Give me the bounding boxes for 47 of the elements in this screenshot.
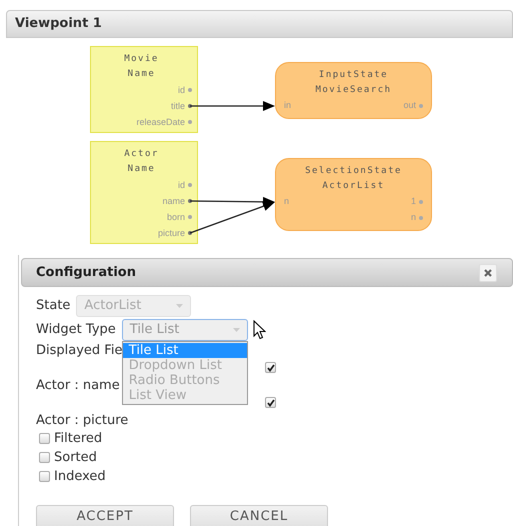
field-label: title (170, 100, 185, 113)
field-label: Actor : name (36, 378, 120, 393)
checkbox-label: Sorted (54, 448, 97, 467)
checkbox[interactable] (39, 452, 50, 463)
dialog-button[interactable]: ACCEPT (36, 505, 174, 526)
field-label: Actor : picture (36, 413, 128, 428)
close-button[interactable] (479, 264, 497, 282)
checkbox[interactable] (39, 471, 50, 482)
entity-title: Actor (124, 148, 159, 161)
output-port-label: out (403, 99, 416, 112)
state-title: MovieSearch (315, 84, 392, 97)
entity-title: Name (128, 68, 156, 81)
output-port-label: 1 (410, 195, 416, 208)
checkbox-label: Filtered (54, 430, 102, 448)
field-label: Widget Type (36, 321, 116, 340)
field-label: id (178, 179, 185, 192)
caret-icon (176, 304, 184, 308)
state-title: ActorList (322, 180, 385, 193)
field-label: born (166, 211, 185, 224)
input-port-label: n (284, 195, 290, 208)
field-label: id (178, 84, 185, 97)
caret-icon (232, 328, 240, 332)
dropdown-option[interactable]: Radio Buttons (122, 373, 247, 388)
field-label: name (162, 195, 185, 208)
dialog-button[interactable]: CANCEL (190, 505, 328, 526)
select-field[interactable]: Tile List (122, 319, 248, 341)
field-label: releaseDate (136, 116, 185, 129)
input-port-label: in (284, 99, 292, 112)
entity-title: Name (128, 163, 156, 176)
checkbox[interactable] (39, 433, 50, 444)
close-icon (483, 268, 493, 278)
dialog-title: Configuration (36, 264, 136, 282)
state-title: InputState (318, 69, 388, 82)
field-label: picture (158, 227, 185, 240)
checkbox[interactable] (265, 362, 276, 373)
field-label: Displayed Fie (36, 343, 122, 358)
checkbox-label: Indexed (54, 468, 106, 486)
field-label: State (36, 297, 70, 316)
viewpoint-header: Viewpoint 1 (6, 10, 513, 38)
cursor-icon (253, 320, 266, 340)
state-title: SelectionState (305, 165, 402, 178)
dropdown-option[interactable]: Tile List (122, 343, 247, 358)
checkbox[interactable] (265, 397, 276, 408)
output-port-label: n (410, 211, 416, 224)
dropdown-option[interactable]: List View (122, 388, 247, 403)
entity-title: Movie (124, 53, 159, 66)
dropdown-option[interactable]: Dropdown List (122, 358, 247, 373)
